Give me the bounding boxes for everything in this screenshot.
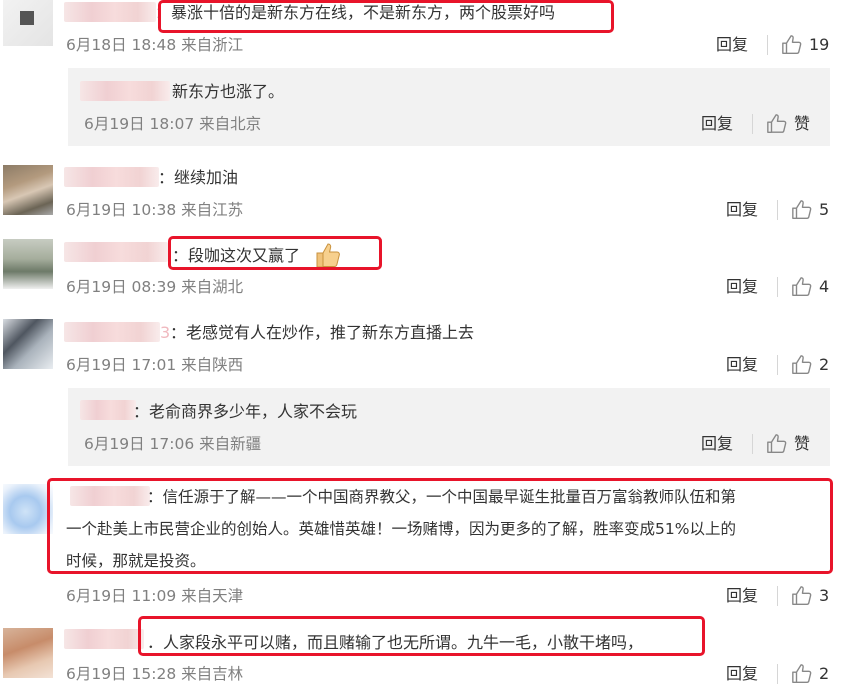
comment-meta: 6月19日 17:01 来自陕西 <box>66 356 244 374</box>
avatar[interactable] <box>3 165 53 215</box>
username-blurred[interactable] <box>80 81 170 101</box>
divider <box>752 114 753 134</box>
divider <box>777 664 778 684</box>
comment-meta: 6月19日 11:09 来自天津 <box>66 587 244 605</box>
divider <box>777 586 778 606</box>
username-blurred[interactable] <box>64 629 144 649</box>
divider <box>767 35 768 55</box>
reply-button[interactable]: 回复 <box>701 114 733 134</box>
like-count: 2 <box>819 664 830 683</box>
thumbs-up-icon[interactable] <box>781 34 803 56</box>
like-count: 2 <box>819 355 830 374</box>
thumbs-up-icon[interactable] <box>791 663 813 685</box>
avatar[interactable] <box>3 0 53 46</box>
thumbs-up-icon[interactable] <box>766 433 788 455</box>
sub-reply-box <box>68 388 830 466</box>
reply-text: ：老俞商界多少年，人家不会玩 <box>133 402 358 421</box>
like-count: 3 <box>819 586 830 605</box>
avatar[interactable] <box>3 319 53 369</box>
reply-button[interactable]: 回复 <box>726 355 758 375</box>
sub-reply-box <box>68 68 830 146</box>
avatar[interactable] <box>3 239 53 289</box>
highlight-box <box>168 236 382 270</box>
thumbs-up-icon[interactable] <box>766 113 788 135</box>
like-count[interactable]: 赞 <box>794 114 810 134</box>
reply-button[interactable]: 回复 <box>701 434 733 454</box>
like-count: 19 <box>809 35 830 54</box>
thumbs-up-icon[interactable] <box>791 585 813 607</box>
reply-meta: 6月19日 17:06 来自新疆 <box>84 435 262 453</box>
like-count: 5 <box>819 200 830 219</box>
reply-text: 新东方也涨了。 <box>172 82 285 101</box>
thumbs-up-icon[interactable] <box>791 276 813 298</box>
highlight-box <box>138 616 705 656</box>
divider <box>777 355 778 375</box>
comment-meta: 6月18日 18:48 来自浙江 <box>66 36 244 54</box>
username-blurred[interactable] <box>64 167 159 187</box>
reply-button[interactable]: 回复 <box>726 664 758 684</box>
reply-meta: 6月19日 18:07 来自北京 <box>84 115 262 133</box>
avatar[interactable] <box>3 628 53 678</box>
comment-meta: 6月19日 10:38 来自江苏 <box>66 201 244 219</box>
divider <box>752 434 753 454</box>
reply-button[interactable]: 回复 <box>726 586 758 606</box>
like-count[interactable]: 赞 <box>794 434 810 454</box>
comment-meta: 6月19日 15:28 来自吉林 <box>66 665 244 683</box>
like-count: 4 <box>819 277 830 296</box>
thumbs-up-icon[interactable] <box>791 199 813 221</box>
comment-meta: 6月19日 08:39 来自湖北 <box>66 278 244 296</box>
username-blurred[interactable] <box>64 242 168 262</box>
username-blurred[interactable] <box>80 400 136 420</box>
avatar[interactable] <box>3 484 53 534</box>
username-tail: 3 <box>160 323 171 342</box>
reply-button[interactable]: 回复 <box>726 277 758 297</box>
highlight-box <box>158 0 614 33</box>
thumbs-up-icon[interactable] <box>791 354 813 376</box>
username-blurred[interactable] <box>64 2 156 22</box>
divider <box>777 277 778 297</box>
divider <box>777 200 778 220</box>
comment-text: ：继续加油 <box>158 168 239 187</box>
username-blurred[interactable] <box>64 322 160 342</box>
highlight-box <box>47 478 833 574</box>
reply-button[interactable]: 回复 <box>716 35 748 55</box>
comment-text: ：老感觉有人在炒作，推了新东方直播上去 <box>170 323 475 342</box>
reply-button[interactable]: 回复 <box>726 200 758 220</box>
